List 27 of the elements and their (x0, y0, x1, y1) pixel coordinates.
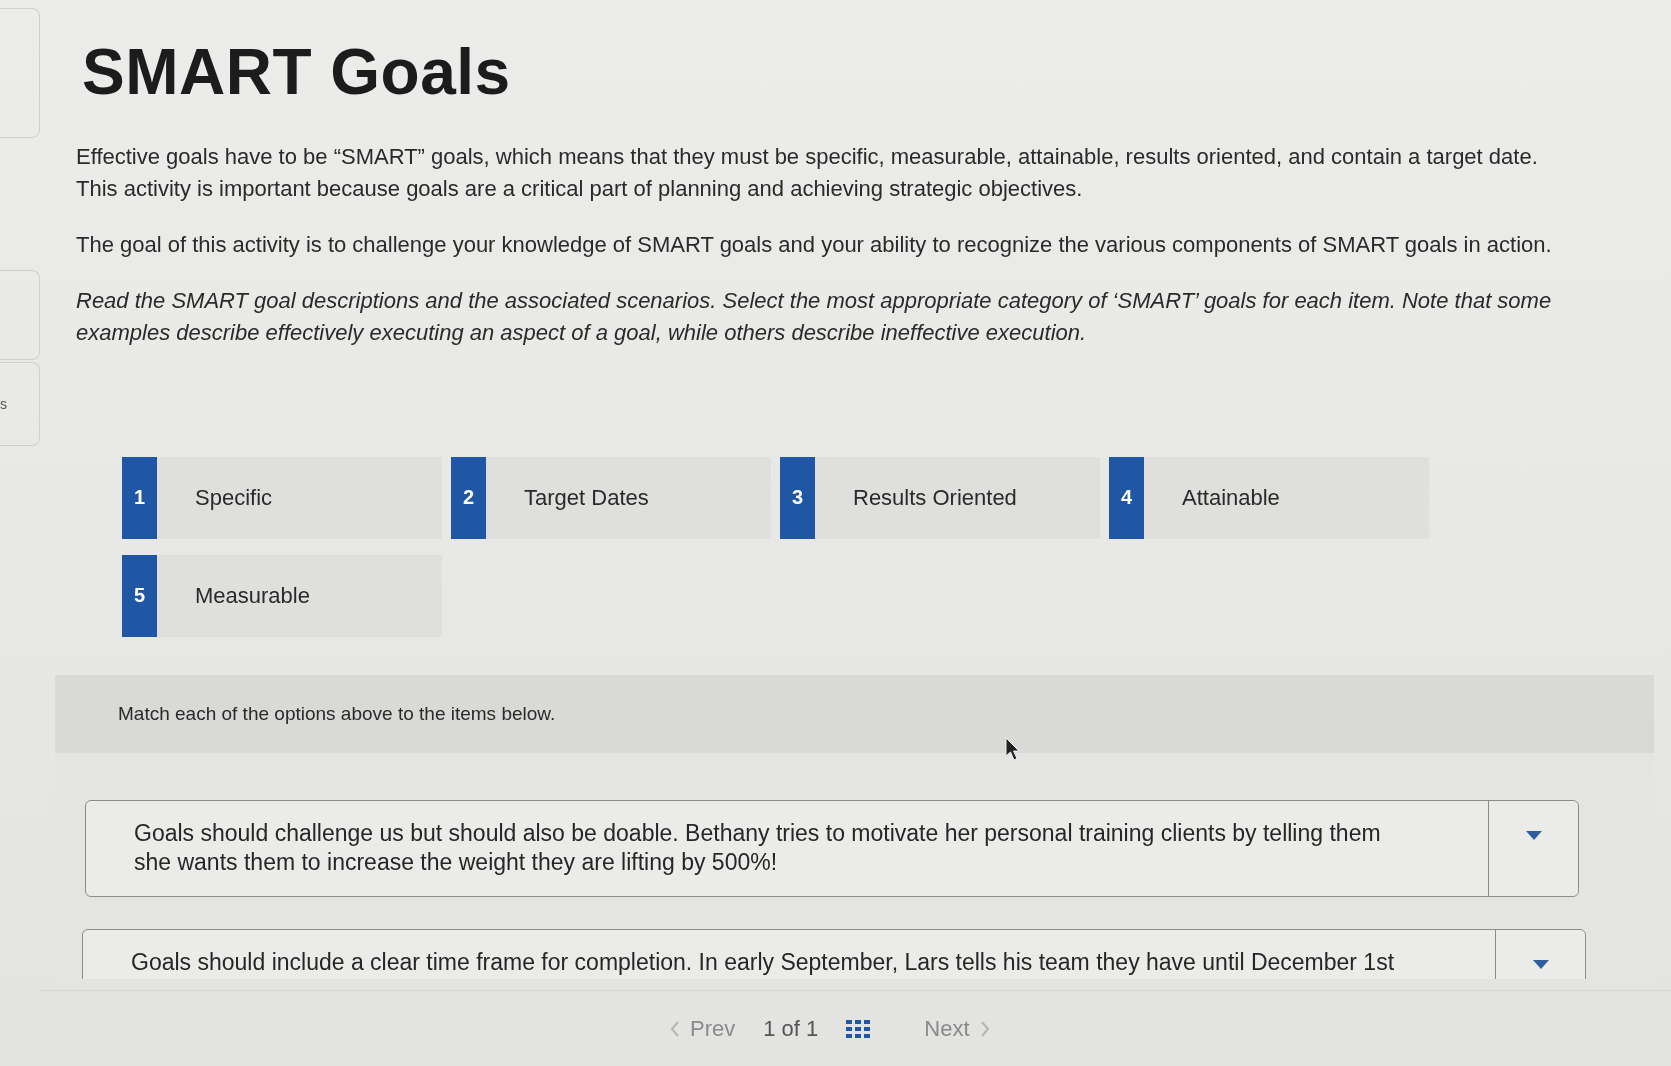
page-count: 1 of 1 (763, 1015, 819, 1042)
grid-view-button[interactable] (846, 1019, 871, 1038)
number-badge: 2 (451, 456, 486, 539)
option-card[interactable]: 4 Attainable (1109, 456, 1429, 539)
mouse-cursor-icon (1005, 736, 1021, 761)
answer-dropdown[interactable] (1488, 800, 1578, 896)
caret-down-icon (1525, 830, 1542, 840)
intro-paragraph: The goal of this activity is to challenge your knowledge of SMART goals and your ability to recognize the various components of SMART goals in action. (76, 230, 1553, 259)
option-card[interactable]: 5 Measurable (122, 554, 442, 637)
number-badge: 5 (122, 554, 157, 637)
number-badge: 4 (1109, 456, 1144, 539)
side-tab[interactable]: s (0, 362, 40, 446)
match-prompt: Match each of the options above to the items below. (118, 702, 556, 725)
grid-icon (846, 1019, 871, 1038)
option-card[interactable]: 3 Results Oriented (780, 456, 1100, 539)
option-card[interactable]: 2 Target Dates (451, 456, 771, 539)
chevron-left-icon (670, 1020, 680, 1037)
number-badge: 1 (122, 456, 157, 539)
intro-paragraph: Effective goals have to be “SMART” goals, which means that they must be specific, measurable, attainable, results oriented, and contain a target date. This activity is important because goals are a critical part of planning and achieving strategic objectives. (76, 142, 1539, 203)
number-badge: 3 (780, 456, 815, 539)
caret-down-icon (1532, 959, 1549, 969)
option-card[interactable]: 1 Specific (122, 456, 442, 539)
item-text: Goals should include a clear time frame for completion. In early September, Lars tells his team they have until December 1st (130, 947, 1396, 977)
page-title: SMART Goals (82, 35, 511, 110)
item-text: Goals should challenge us but should also be doable. Bethany tries to motivate her personal training clients by telling them she wants them to increase the weight they are lifting by 500%! (133, 818, 1382, 877)
instructions-text: Read the SMART goal descriptions and the associated scenarios. Select the most appropriate category of ‘SMART’ goals for each item. Note that some examples describe effectively executing an aspect of a goal, while others describe ineffective execution. (76, 286, 1553, 347)
chevron-right-icon (979, 1020, 990, 1037)
